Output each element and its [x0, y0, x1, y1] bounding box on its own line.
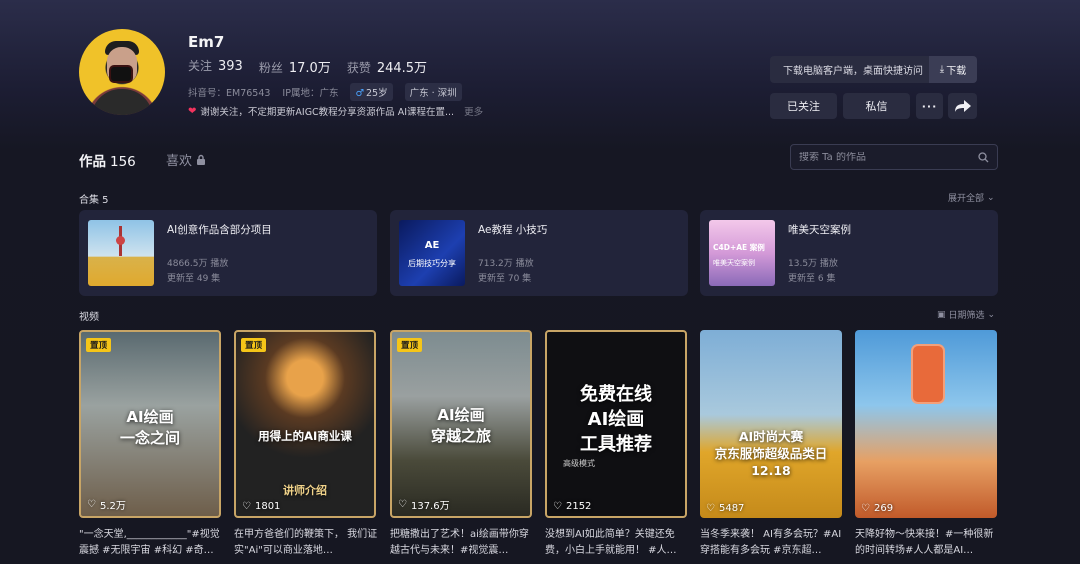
- age-badge: ♂ 25岁: [350, 83, 393, 101]
- share-icon: [954, 100, 971, 112]
- more-button[interactable]: ···: [916, 93, 943, 119]
- video-likes: ♡ 269: [861, 503, 894, 514]
- pinned-badge: 置顶: [397, 338, 423, 352]
- calendar-icon: ▣: [937, 309, 946, 320]
- video-likes: ♡ 137.6万: [398, 499, 450, 512]
- message-button[interactable]: 私信: [843, 93, 910, 119]
- collections-title: 合集 5: [79, 195, 109, 206]
- video-likes: ♡ 2152: [553, 501, 592, 512]
- video-card[interactable]: 置顶 用得上的AI商业课 讲师介绍 ♡ 1801: [234, 330, 376, 518]
- video-card[interactable]: 置顶 AI绘画 穿越之旅 ♡ 137.6万: [390, 330, 532, 518]
- following-button[interactable]: 已关注: [770, 93, 837, 119]
- likes-received-stat: 获赞 244.5万: [346, 61, 428, 76]
- followers-stat[interactable]: 粉丝 17.0万: [259, 57, 331, 76]
- bio-text: 谢谢关注，不定期更新AIGC教程分享资源作品 AI课程在置...: [200, 107, 455, 118]
- video-caption[interactable]: 当冬季来袭！ AI有多会玩？#AI穿搭能有多会玩 #京东超…: [700, 527, 846, 563]
- tab-works[interactable]: 作品 156: [79, 150, 136, 170]
- video-card[interactable]: AI时尚大赛 京东服饰超级品类日 12.18 ♡ 5487: [700, 330, 842, 518]
- video-likes: ♡ 5487: [706, 503, 745, 514]
- bio: ❤ 谢谢关注，不定期更新AIGC教程分享资源作品 AI课程在置... 更多: [188, 104, 483, 119]
- pinned-badge: 置顶: [241, 338, 267, 352]
- camera-icon: [111, 67, 131, 81]
- heart-outline-icon: ♡: [706, 503, 715, 514]
- following-stat[interactable]: 关注 393: [188, 57, 243, 76]
- video-caption[interactable]: "一念天堂,____________"#视觉震撼 #无限宇宙 #科幻 #奇…: [79, 527, 225, 563]
- location-badge: 广东 · 深圳: [404, 83, 462, 101]
- video-likes: ♡ 1801: [242, 501, 281, 512]
- video-caption[interactable]: 在甲方爸爸们的鞭策下， 我们证实"Ai"可以商业落地…: [234, 527, 380, 563]
- username: Em7: [188, 33, 225, 51]
- lock-icon: [197, 154, 206, 165]
- expand-all-button[interactable]: 展开全部 ⌄: [948, 191, 995, 205]
- heart-outline-icon: ♡: [861, 503, 870, 514]
- video-caption[interactable]: 天降好物～快来接！#一种很新的时间转场#人人都是AI…: [855, 527, 1001, 563]
- search-box: [790, 144, 998, 170]
- video-caption[interactable]: 没想到AI如此简单？关键还免费，小白上手就能用！ #人…: [545, 527, 691, 563]
- download-icon: ⤓: [939, 64, 945, 75]
- chevron-down-icon: ⌄: [987, 309, 996, 320]
- download-button[interactable]: ⤓ 下载: [929, 56, 977, 83]
- profile-meta: 抖音号：EM76543 IP属地：广东 ♂ 25岁 广东 · 深圳: [188, 83, 462, 101]
- search-icon: [978, 151, 989, 162]
- chevron-down-icon: ⌄: [987, 192, 995, 203]
- collection-card[interactable]: C4D+AE 案例 唯美天空案例 唯美天空案例 13.5万 播放 更新至 6 集: [700, 210, 998, 296]
- douyin-id: 抖音号：EM76543: [188, 88, 271, 99]
- ip-location: IP属地：广东: [282, 88, 339, 99]
- heart-outline-icon: ♡: [553, 501, 562, 512]
- male-icon: ♂: [355, 88, 364, 99]
- pinned-badge: 置顶: [86, 338, 112, 352]
- date-filter-button[interactable]: ▣ 日期筛选 ⌄: [937, 308, 996, 322]
- heart-icon: ❤: [188, 105, 197, 117]
- video-likes: ♡ 5.2万: [87, 499, 126, 512]
- profile-stats: 关注 393 粉丝 17.0万 获赞 244.5万: [188, 57, 427, 76]
- tab-likes[interactable]: 喜欢: [166, 150, 206, 169]
- heart-outline-icon: ♡: [398, 499, 407, 510]
- download-text: 下载电脑客户端，桌面快捷访问: [783, 66, 923, 77]
- collection-thumbnail: AE 后期技巧分享: [399, 220, 465, 286]
- download-client-banner: 下载电脑客户端，桌面快捷访问 ⤓ 下载: [770, 56, 977, 83]
- video-card[interactable]: ♡ 269: [855, 330, 997, 518]
- video-card[interactable]: 免费在线 AI绘画 工具推荐 高级模式 ♡ 2152: [545, 330, 687, 518]
- collection-thumbnail: C4D+AE 案例 唯美天空案例: [709, 220, 775, 286]
- share-button[interactable]: [948, 93, 977, 119]
- collection-thumbnail: [88, 220, 154, 286]
- collection-card[interactable]: AI创意作品含部分项目 4866.5万 播放 更新至 49 集: [79, 210, 377, 296]
- avatar[interactable]: [79, 29, 165, 115]
- bio-more-link[interactable]: 更多: [464, 104, 483, 118]
- video-card[interactable]: 置顶 AI绘画 一念之间 ♡ 5.2万: [79, 330, 221, 518]
- video-caption[interactable]: 把糖撒出了艺术！ai绘画带你穿越古代与未来！#视觉震…: [390, 527, 536, 563]
- collection-card[interactable]: AE 后期技巧分享 Ae教程 小技巧 713.2万 播放 更新至 70 集: [390, 210, 688, 296]
- search-input[interactable]: [799, 151, 978, 163]
- videos-title: 视频: [79, 312, 99, 323]
- heart-outline-icon: ♡: [242, 501, 251, 512]
- heart-outline-icon: ♡: [87, 499, 96, 510]
